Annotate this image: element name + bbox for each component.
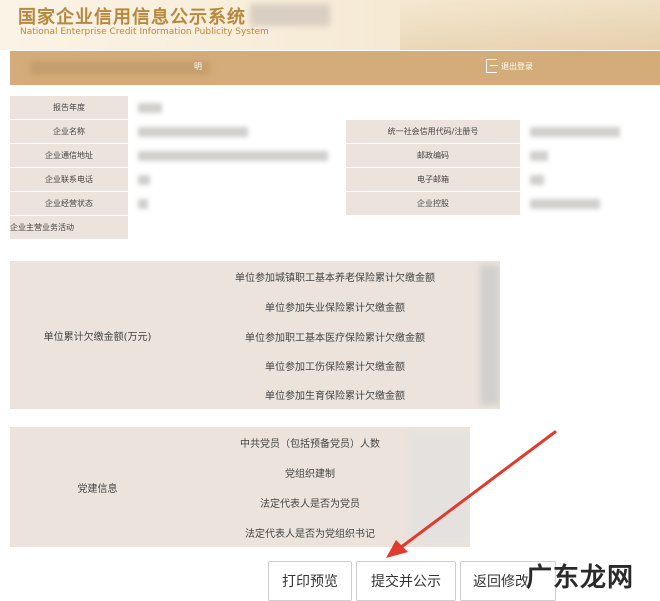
- field-label-report-year: 报告年度: [10, 96, 128, 120]
- arrears-item-maternity: 单位参加生育保险累计欠缴金额: [265, 391, 405, 402]
- field-value-main-business: [128, 215, 650, 240]
- field-value-postal-code: [520, 143, 650, 168]
- field-label-postal-code: 邮政编码: [346, 143, 520, 168]
- logout-icon: [486, 59, 498, 73]
- field-label-company-name: 企业名称: [10, 119, 128, 144]
- logout-button[interactable]: 退出登录: [486, 59, 533, 73]
- field-value-operating-status: [128, 191, 346, 216]
- logout-label: 退出登录: [501, 61, 533, 71]
- field-label-address: 企业通信地址: [10, 143, 128, 168]
- field-label-phone: 企业联系电话: [10, 167, 128, 192]
- field-value-address: [128, 143, 346, 168]
- field-value-phone: [128, 167, 346, 192]
- field-label-operating-status: 企业经营状态: [10, 191, 128, 216]
- field-label-holding: 企业控股: [346, 191, 520, 216]
- arrears-values-area: [500, 261, 650, 409]
- field-label-credit-code: 统一社会信用代码/注册号: [346, 119, 520, 144]
- party-label: 党建信息: [77, 483, 118, 495]
- field-value-company-name: [128, 119, 346, 144]
- header-banner: 国家企业信用信息公示系统 National Enterprise Credit …: [0, 0, 660, 50]
- field-value-credit-code: [520, 119, 650, 144]
- arrears-item-medical: 单位参加职工基本医疗保险累计欠缴金额: [245, 332, 425, 344]
- party-item-member-count: 中共党员（包括预备党员）人数: [240, 438, 380, 450]
- party-items: 中共党员（包括预备党员）人数 党组织建制 法定代表人是否为党员 法定代表人是否为…: [185, 427, 435, 547]
- redacted-user-name: [30, 61, 210, 75]
- user-bar: 明 退出登录: [10, 51, 660, 85]
- party-item-rep-is-secretary: 法定代表人是否为党组织书记: [245, 528, 375, 540]
- redacted-arrears-values: [480, 265, 500, 405]
- redacted-party-values: [410, 433, 470, 541]
- watermark-logo: 广东龙网: [526, 563, 635, 593]
- field-value-holding: [520, 191, 650, 216]
- table-row: 报告年度: [10, 96, 650, 120]
- table-row: 企业通信地址 邮政编码: [10, 143, 650, 168]
- field-label-main-business: 企业主营业务活动: [10, 215, 128, 240]
- table-row: 企业名称 统一社会信用代码/注册号: [10, 119, 650, 144]
- field-value-email: [520, 167, 650, 192]
- arrears-item-injury: 单位参加工伤保险累计欠缴金额: [265, 362, 405, 373]
- field-value-report-year: [128, 96, 650, 120]
- party-item-organization: 党组织建制: [285, 468, 335, 480]
- party-section: 党建信息 中共党员（包括预备党员）人数 党组织建制 法定代表人是否为党员 法定代…: [10, 427, 650, 547]
- submit-publish-button[interactable]: 提交并公示: [356, 561, 456, 601]
- basic-info-table: 报告年度 企业名称 统一社会信用代码/注册号 企业通信地址 邮政编码 企业联系电…: [10, 96, 650, 240]
- arrears-section: 单位累计欠缴金额(万元) 单位参加城镇职工基本养老保险累计欠缴金额 单位参加失业…: [10, 261, 650, 409]
- arrears-label: 单位累计欠缴金额(万元): [43, 331, 152, 343]
- arrears-item-unemployment: 单位参加失业保险累计欠缴金额: [265, 302, 405, 314]
- redacted-title-fragment: [250, 4, 330, 26]
- site-subtitle: National Enterprise Credit Information P…: [20, 27, 269, 37]
- arrears-item-pension: 单位参加城镇职工基本养老保险累计欠缴金额: [235, 272, 435, 284]
- party-item-rep-is-member: 法定代表人是否为党员: [260, 498, 360, 510]
- arrears-items: 单位参加城镇职工基本养老保险累计欠缴金额 单位参加失业保险累计欠缴金额 单位参加…: [185, 261, 485, 409]
- site-title: 国家企业信用信息公示系统: [18, 7, 246, 28]
- field-label-email: 电子邮箱: [346, 167, 520, 192]
- table-row: 企业主营业务活动: [10, 215, 650, 240]
- table-row: 企业联系电话 电子邮箱: [10, 167, 650, 192]
- table-row: 企业经营状态 企业控股: [10, 191, 650, 216]
- party-values-area: [470, 427, 650, 547]
- banner-background-image: [400, 0, 660, 50]
- print-preview-button[interactable]: 打印预览: [268, 561, 352, 601]
- user-name-suffix: 明: [194, 62, 202, 71]
